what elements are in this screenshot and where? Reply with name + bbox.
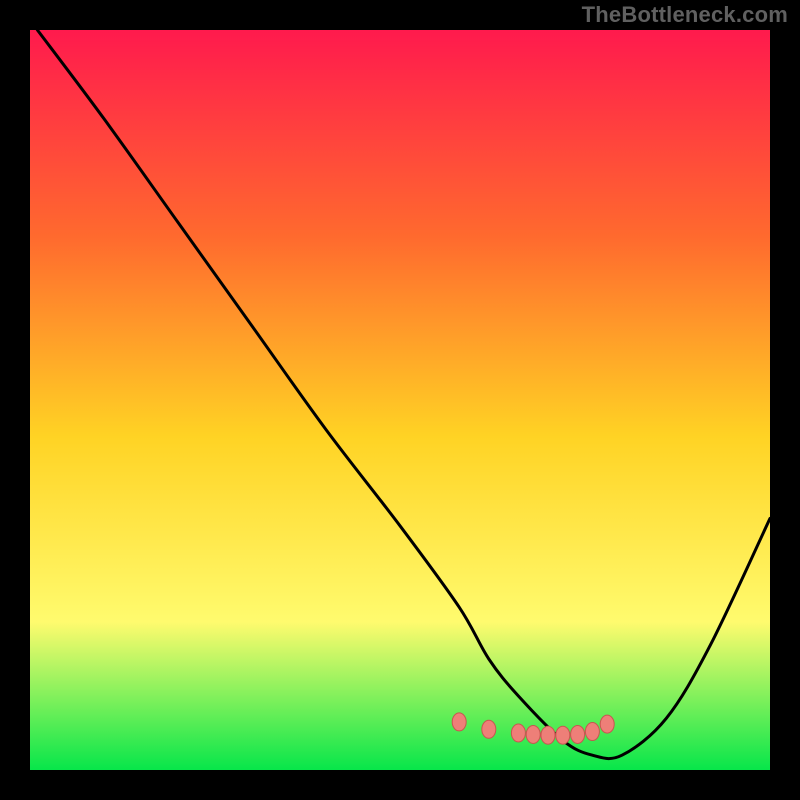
marker-dot (571, 725, 585, 743)
marker-dot (556, 726, 570, 744)
marker-dot (600, 715, 614, 733)
marker-dot (526, 725, 540, 743)
marker-dot (482, 720, 496, 738)
watermark-text: TheBottleneck.com (582, 2, 788, 28)
plot-area (30, 30, 770, 770)
marker-dot (541, 726, 555, 744)
gradient-background (30, 30, 770, 770)
marker-dot (585, 723, 599, 741)
chart-svg (30, 30, 770, 770)
marker-dot (452, 713, 466, 731)
marker-dot (511, 724, 525, 742)
chart-container: TheBottleneck.com (0, 0, 800, 800)
